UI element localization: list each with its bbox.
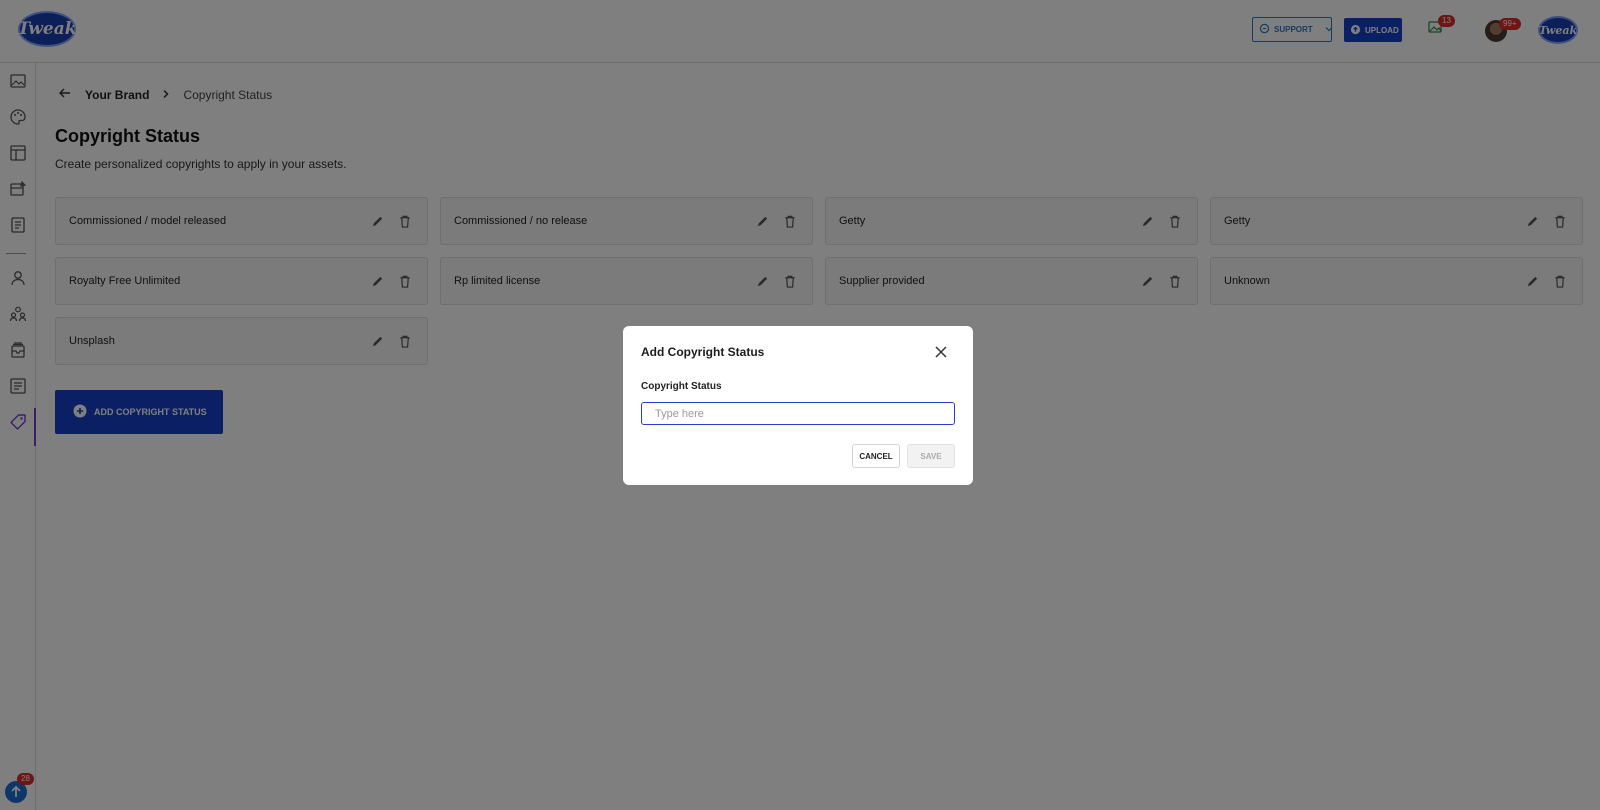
close-button[interactable] (932, 343, 950, 361)
save-button[interactable]: SAVE (907, 444, 955, 468)
add-copyright-status-dialog: Add Copyright Status Copyright Status CA… (623, 326, 973, 485)
copyright-status-input[interactable] (641, 402, 955, 425)
copyright-status-label: Copyright Status (641, 381, 722, 392)
cancel-button[interactable]: CANCEL (852, 444, 900, 468)
dialog-title: Add Copyright Status (641, 345, 765, 359)
close-icon (935, 346, 947, 358)
